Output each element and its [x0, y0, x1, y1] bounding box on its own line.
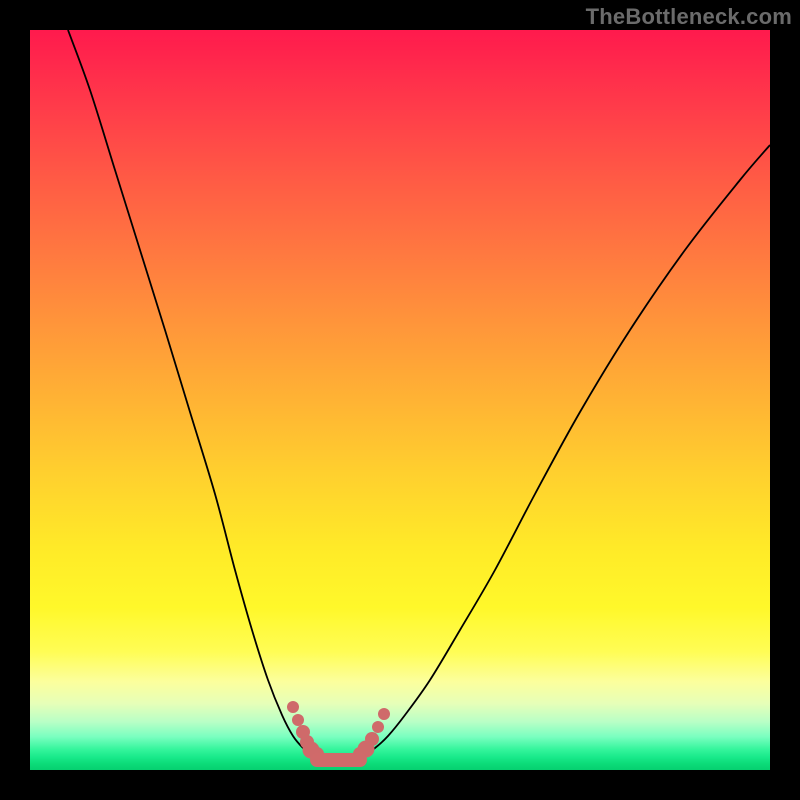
trough-markers — [287, 701, 390, 761]
trough-marker — [365, 732, 379, 746]
trough-marker — [292, 714, 304, 726]
chart-svg — [30, 30, 770, 770]
trough-marker — [372, 721, 384, 733]
right-curve — [365, 145, 770, 754]
left-curve — [68, 30, 311, 754]
curve-group — [68, 30, 770, 754]
trough-marker — [287, 701, 299, 713]
trough-marker — [378, 708, 390, 720]
plot-area — [30, 30, 770, 770]
watermark-text: TheBottleneck.com — [586, 4, 792, 30]
chart-frame: TheBottleneck.com — [0, 0, 800, 800]
